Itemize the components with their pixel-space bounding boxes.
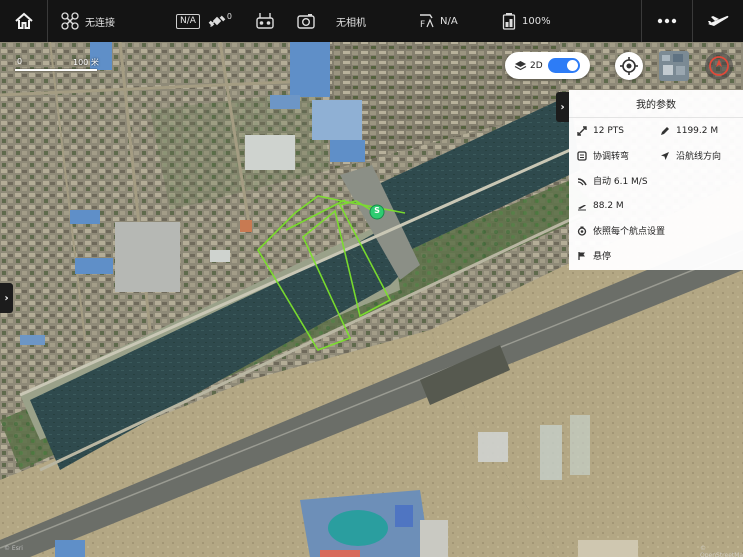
finish-action-value: 悬停 [593, 252, 612, 262]
view-mode-switch[interactable] [548, 58, 580, 73]
chevron-right-icon: › [560, 101, 565, 113]
switch-knob [567, 60, 578, 71]
gps-status[interactable]: N/A 0 [170, 0, 251, 42]
speed-setting[interactable]: 自动 6.1 M/S [577, 174, 737, 187]
waypoint-start-label[interactable]: S [372, 206, 382, 215]
scale-distance-label: 100 米 [73, 58, 99, 67]
home-button[interactable] [0, 0, 47, 42]
param-row-altitude[interactable]: 88.2 M [569, 193, 743, 218]
drone-icon [61, 12, 79, 30]
flight-mode-button[interactable] [693, 0, 743, 42]
aircraft-connection-status[interactable]: 无连接 [48, 0, 170, 42]
gps-mode-badge: N/A [176, 13, 200, 29]
view-mode-label: 2D [530, 60, 543, 71]
panel-collapse-tab[interactable]: › [556, 92, 569, 122]
compass-icon [708, 55, 730, 77]
finish-action-setting[interactable]: 悬停 [577, 249, 737, 262]
satellite-map[interactable] [0, 0, 743, 557]
param-row-finish-action[interactable]: 悬停 [569, 243, 743, 268]
panel-title: 我的参数 [569, 90, 743, 118]
turn-mode-icon [577, 150, 587, 161]
heading-mode[interactable]: 沿航线方向 [660, 149, 743, 162]
chevron-right-icon: › [4, 292, 9, 304]
crosshair-icon [619, 56, 639, 76]
param-row-camera-action[interactable]: 依照每个航点设置 [569, 218, 743, 243]
airplane-icon [707, 13, 729, 29]
altitude-icon [578, 204, 586, 210]
total-distance[interactable]: 1199.2 M [660, 126, 743, 136]
locate-button[interactable] [615, 52, 643, 80]
signal-status[interactable]: F N/A [413, 0, 498, 42]
scale-line [15, 69, 97, 71]
scale-zero-label: 0 [17, 57, 23, 66]
distance-pen-icon [661, 126, 669, 135]
heading-mode-value: 沿航线方向 [676, 152, 722, 162]
svg-text:F: F [420, 20, 425, 29]
satellite-count: 0 [226, 11, 233, 21]
turn-mode-value: 协调转弯 [593, 152, 630, 162]
signal-icon: F [418, 13, 436, 29]
signal-label: N/A [440, 15, 458, 27]
camera-status[interactable]: 无相机 [291, 0, 413, 42]
left-panel-expand-tab[interactable]: › [0, 283, 13, 313]
param-row-speed[interactable]: 自动 6.1 M/S [569, 168, 743, 193]
remote-controller-status[interactable] [251, 0, 291, 42]
total-distance-value: 1199.2 M [676, 125, 719, 136]
camera-action-setting[interactable]: 依照每个航点设置 [577, 224, 737, 237]
view-mode-toggle[interactable]: 2D [505, 52, 590, 79]
map-attribution-left: © Esri [4, 545, 23, 552]
heading-arrow-icon [661, 151, 669, 160]
map-attribution-right: © OpenStreetMap [700, 545, 743, 557]
altitude-value: 88.2 M [593, 200, 624, 211]
more-menu-button[interactable] [642, 0, 692, 42]
param-row-turn-heading[interactable]: 协调转弯 沿航线方向 [569, 143, 743, 168]
waypoint-count-value: 12 PTS [593, 125, 624, 136]
speed-icon [577, 177, 587, 185]
home-icon [14, 12, 34, 30]
turn-mode[interactable]: 协调转弯 [577, 149, 660, 162]
waypoint-count[interactable]: 12 PTS [577, 126, 660, 136]
satellite-icon [208, 12, 226, 30]
speed-value: 自动 6.1 M/S [593, 177, 648, 187]
map-scale-bar: 0 100 米 [15, 57, 135, 77]
battery-status[interactable]: 100% [498, 0, 641, 42]
remote-controller-icon [255, 12, 275, 30]
layers-icon [514, 60, 527, 72]
param-row-points-distance[interactable]: 12 PTS 1199.2 M [569, 118, 743, 143]
more-dots-icon [657, 18, 677, 24]
camera-action-value: 依照每个航点设置 [593, 227, 666, 237]
mission-planner-screen: S 无连接 N/A 0 无相机 F N/A 100% 0 100 米 2D › … [0, 0, 743, 557]
camera-icon [297, 13, 315, 29]
battery-icon [502, 12, 516, 30]
camera-action-icon [577, 226, 587, 236]
map-style-thumbnail[interactable] [659, 51, 689, 81]
compass-button[interactable] [705, 52, 733, 80]
waypoint-count-icon [577, 125, 587, 136]
mission-parameters-panel: 我的参数 12 PTS 1199.2 M 协调转弯 沿航线方向 自动 6.1 M… [569, 90, 743, 270]
connection-label: 无连接 [85, 17, 115, 29]
battery-label: 100% [522, 15, 551, 27]
altitude-setting[interactable]: 88.2 M [577, 201, 737, 211]
finish-flag-icon [578, 251, 585, 260]
top-status-bar: 无连接 N/A 0 无相机 F N/A 100% [0, 0, 743, 42]
camera-label: 无相机 [336, 17, 366, 29]
